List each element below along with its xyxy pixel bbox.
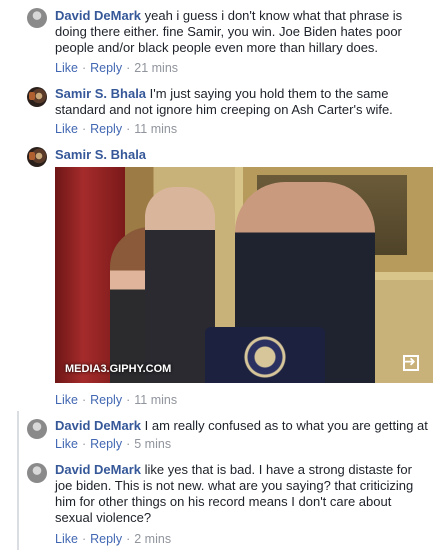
like-link[interactable]: Like (55, 532, 78, 546)
separator-dot: · (81, 61, 87, 75)
comment-author[interactable]: David DeMark (55, 462, 141, 477)
gif-seal (240, 332, 290, 382)
reply-link[interactable]: Reply (90, 122, 122, 136)
like-link[interactable]: Like (55, 61, 78, 75)
comment-author[interactable]: Samir S. Bhala (55, 86, 146, 101)
comment-author[interactable]: David DeMark (55, 418, 141, 433)
reply-link[interactable]: Reply (90, 61, 122, 75)
gif-attachment[interactable]: MEDIA3.GIPHY.COM (55, 167, 433, 383)
separator-dot: · (126, 437, 131, 451)
reply-link[interactable]: Reply (90, 437, 122, 451)
reply-link[interactable]: Reply (90, 393, 122, 407)
like-link[interactable]: Like (55, 122, 78, 136)
separator-dot: · (81, 122, 87, 136)
comment-time[interactable]: 11 mins (134, 122, 177, 136)
gif-source-label[interactable]: MEDIA3.GIPHY.COM (65, 363, 171, 375)
separator-dot: · (126, 122, 131, 136)
reply-link[interactable]: Reply (90, 532, 122, 546)
separator-dot: · (81, 393, 87, 407)
comment-time[interactable]: 21 mins (134, 61, 178, 75)
avatar[interactable] (27, 419, 47, 439)
comment-author[interactable]: Samir S. Bhala (55, 147, 146, 162)
avatar[interactable] (27, 87, 47, 107)
reply-thread-line (17, 411, 19, 550)
comment-text: I am really confused as to what you are … (144, 418, 428, 433)
separator-dot: · (81, 532, 87, 546)
separator-dot: · (126, 61, 131, 75)
like-link[interactable]: Like (55, 437, 78, 451)
avatar[interactable] (27, 147, 47, 167)
comment-time[interactable]: 11 mins (134, 393, 177, 407)
avatar[interactable] (27, 463, 47, 483)
avatar[interactable] (27, 8, 47, 28)
separator-dot: · (126, 393, 131, 407)
like-link[interactable]: Like (55, 393, 78, 407)
separator-dot: · (126, 532, 131, 546)
expand-icon[interactable] (403, 353, 419, 371)
comment-time[interactable]: 2 mins (134, 532, 171, 546)
comment-time[interactable]: 5 mins (134, 437, 171, 451)
separator-dot: · (81, 437, 87, 451)
comment-author[interactable]: David DeMark (55, 8, 141, 23)
